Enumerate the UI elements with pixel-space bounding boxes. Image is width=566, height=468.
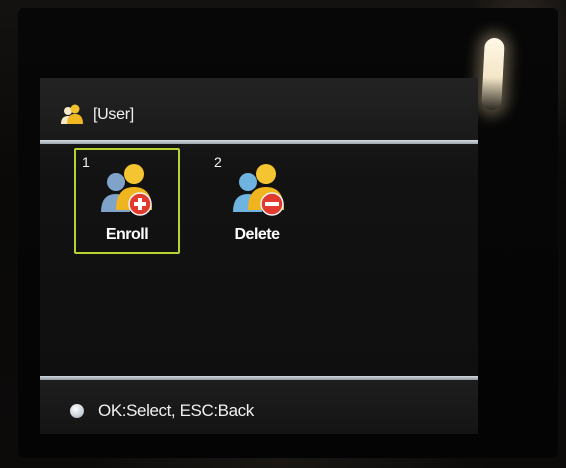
menu-item-delete[interactable]: 2 Delete — [204, 148, 310, 254]
menu-item-number: 1 — [82, 154, 90, 170]
title-bar: [User] — [40, 78, 478, 140]
menu-item-enroll[interactable]: 1 Enroll — [74, 148, 180, 254]
footer-hint-bar: OK:Select, ESC:Back — [40, 380, 478, 434]
menu-item-number: 2 — [214, 154, 222, 170]
user-add-icon — [98, 160, 158, 220]
footer-hint: OK:Select, ESC:Back — [98, 401, 254, 420]
title-divider — [40, 140, 478, 144]
user-remove-icon — [230, 160, 290, 220]
menu-item-label: Delete — [234, 226, 280, 243]
device-screen: [User] 1 Enroll 2 Delete OK:Select, ESC:… — [40, 78, 478, 434]
page-title: [User] — [93, 106, 134, 123]
users-icon — [60, 102, 84, 126]
menu-item-label: Enroll — [105, 226, 149, 243]
ok-button-icon — [70, 404, 84, 418]
light-glare — [481, 37, 505, 111]
